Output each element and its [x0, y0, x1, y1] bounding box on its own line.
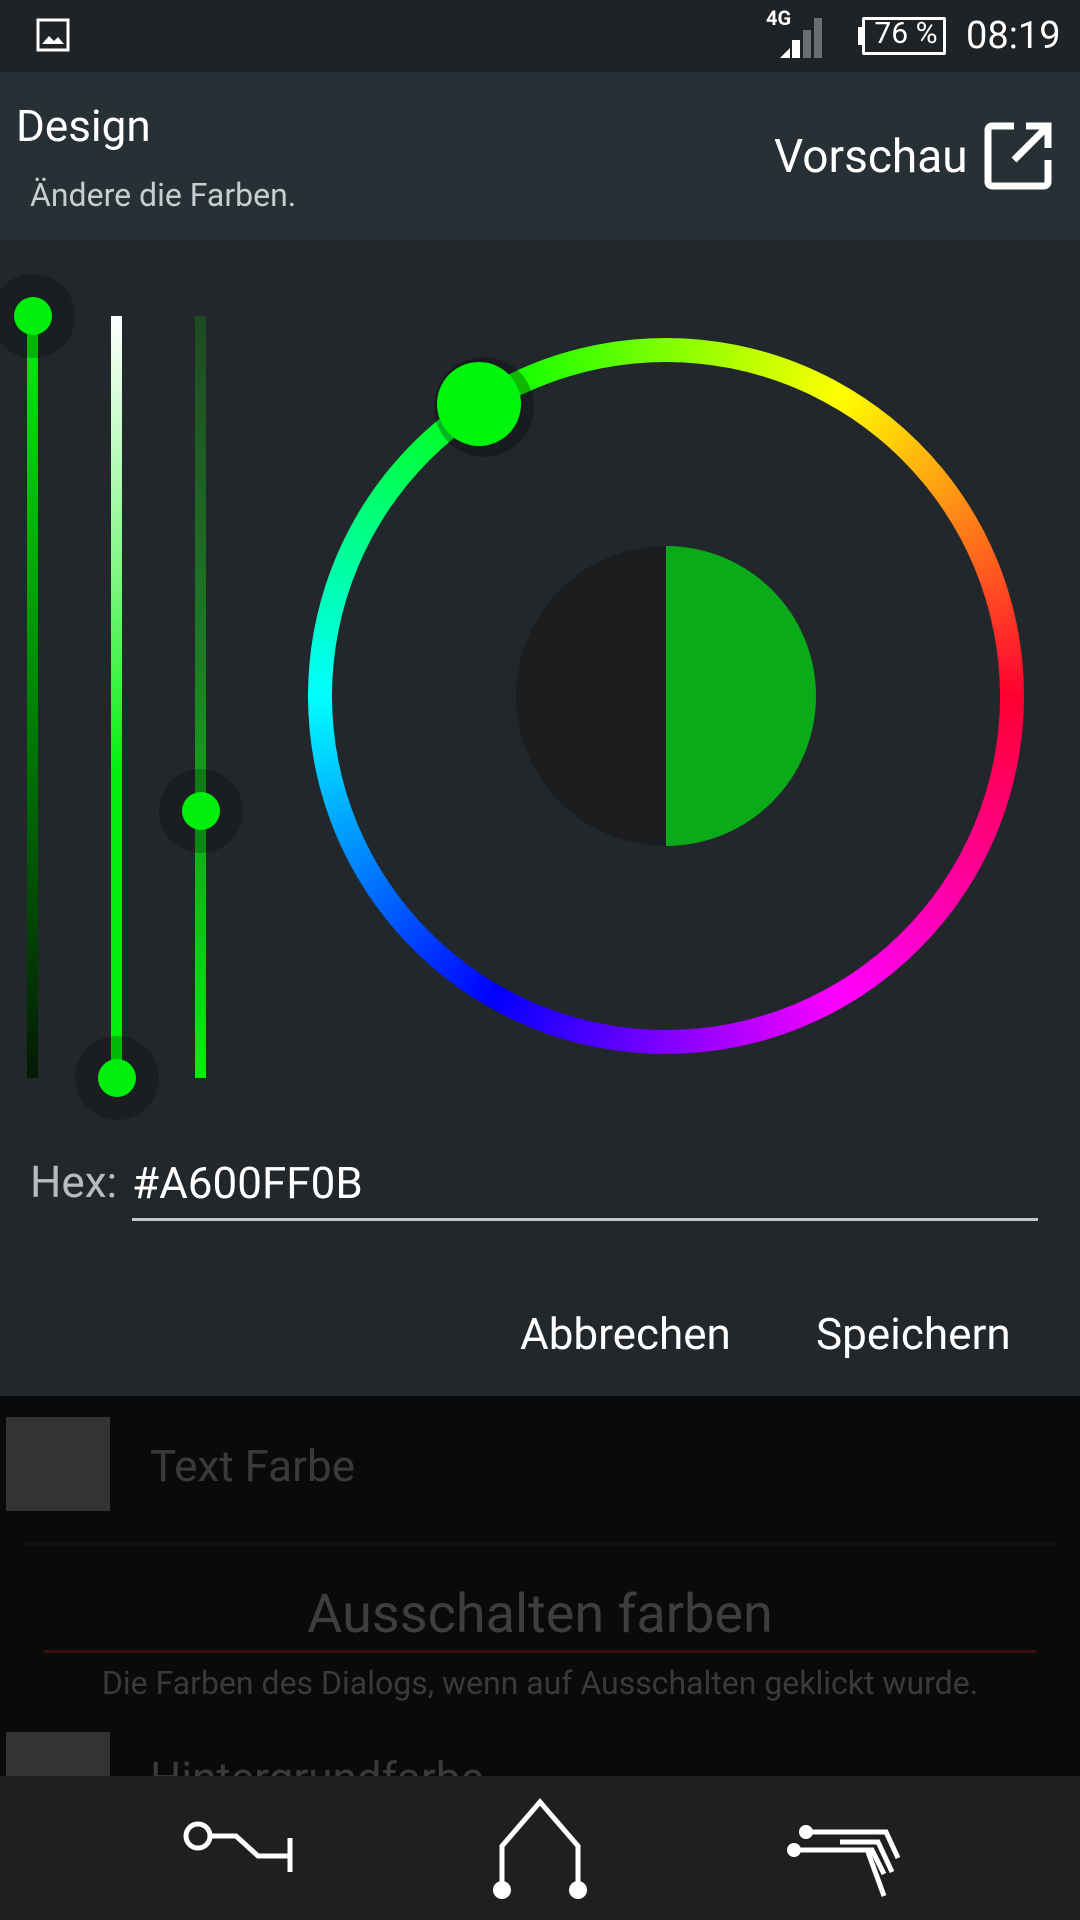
text-color-swatch[interactable] — [6, 1417, 110, 1511]
save-button[interactable]: Speichern — [816, 1308, 1011, 1360]
hex-label: Hex: — [30, 1156, 118, 1208]
home-icon[interactable] — [490, 1796, 590, 1900]
power-off-colors-title: Ausschalten farben — [307, 1583, 773, 1646]
back-icon[interactable] — [182, 1818, 296, 1872]
alpha-slider-thumb[interactable] — [14, 297, 52, 335]
section-divider — [44, 1650, 1036, 1653]
divider — [18, 1543, 1062, 1545]
dialog-subtitle: Ändere die Farben. — [30, 176, 297, 214]
text-color-label: Text Farbe — [150, 1440, 356, 1492]
image-icon — [36, 18, 70, 52]
hex-input[interactable] — [132, 1148, 1038, 1221]
lightness-slider-thumb[interactable] — [98, 1059, 136, 1097]
cancel-button[interactable]: Abbrechen — [520, 1308, 731, 1360]
clock: 08:19 — [966, 14, 1061, 58]
battery-level: 76 % — [874, 16, 938, 51]
preview-button-label[interactable]: Vorschau — [774, 130, 968, 184]
recent-apps-icon[interactable] — [784, 1822, 900, 1900]
hue-wheel-thumb[interactable] — [437, 362, 521, 446]
dialog-title: Design — [16, 100, 151, 152]
lightness-slider-track[interactable] — [111, 316, 122, 1078]
power-off-colors-description: Die Farben des Dialogs, wenn auf Ausscha… — [101, 1664, 979, 1702]
signal-icon — [780, 18, 822, 58]
open-external-icon[interactable] — [984, 120, 1054, 190]
saturation-slider-track[interactable] — [195, 316, 206, 1078]
alpha-slider-track[interactable] — [27, 316, 38, 1078]
saturation-slider-thumb[interactable] — [182, 792, 220, 830]
color-preview-circle — [516, 546, 816, 846]
